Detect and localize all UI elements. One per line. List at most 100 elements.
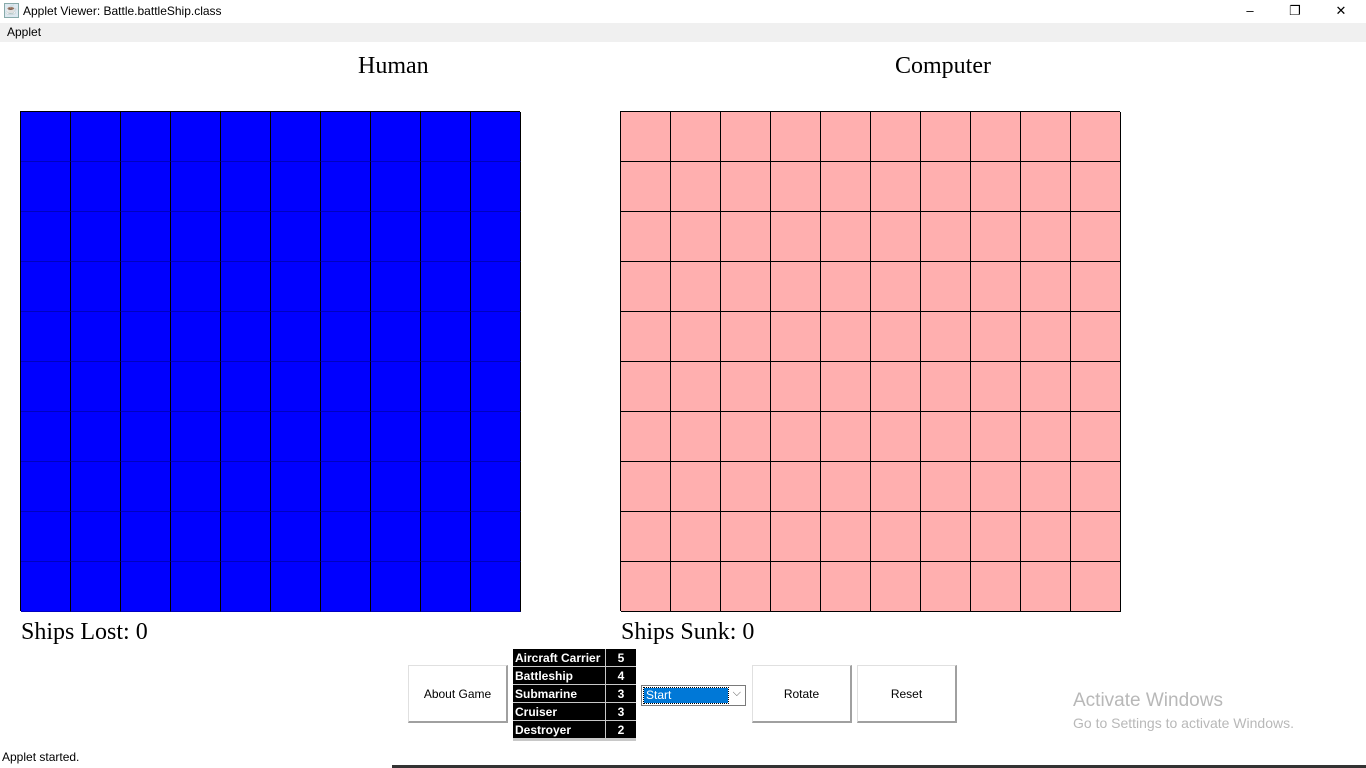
computer-cell[interactable] xyxy=(971,512,1021,562)
computer-cell[interactable] xyxy=(671,212,721,262)
computer-cell[interactable] xyxy=(871,412,921,462)
human-cell[interactable] xyxy=(221,312,271,362)
human-cell[interactable] xyxy=(71,462,121,512)
computer-cell[interactable] xyxy=(971,262,1021,312)
human-cell[interactable] xyxy=(121,412,171,462)
human-cell[interactable] xyxy=(271,162,321,212)
computer-cell[interactable] xyxy=(721,262,771,312)
human-cell[interactable] xyxy=(121,512,171,562)
human-cell[interactable] xyxy=(21,112,71,162)
human-cell[interactable] xyxy=(321,262,371,312)
computer-cell[interactable] xyxy=(1071,362,1121,412)
human-cell[interactable] xyxy=(371,362,421,412)
computer-cell[interactable] xyxy=(621,412,671,462)
about-game-button[interactable]: About Game xyxy=(408,665,508,723)
computer-cell[interactable] xyxy=(821,112,871,162)
computer-cell[interactable] xyxy=(921,212,971,262)
human-cell[interactable] xyxy=(471,512,521,562)
human-cell[interactable] xyxy=(271,362,321,412)
computer-cell[interactable] xyxy=(1021,412,1071,462)
computer-cell[interactable] xyxy=(821,412,871,462)
human-cell[interactable] xyxy=(71,512,121,562)
human-cell[interactable] xyxy=(421,562,471,612)
human-cell[interactable] xyxy=(471,212,521,262)
computer-cell[interactable] xyxy=(921,412,971,462)
computer-cell[interactable] xyxy=(771,262,821,312)
computer-cell[interactable] xyxy=(921,562,971,612)
computer-cell[interactable] xyxy=(921,462,971,512)
human-cell[interactable] xyxy=(221,112,271,162)
computer-cell[interactable] xyxy=(621,312,671,362)
human-cell[interactable] xyxy=(221,162,271,212)
human-cell[interactable] xyxy=(121,212,171,262)
computer-cell[interactable] xyxy=(671,512,721,562)
human-cell[interactable] xyxy=(21,512,71,562)
human-cell[interactable] xyxy=(471,362,521,412)
computer-cell[interactable] xyxy=(621,112,671,162)
human-cell[interactable] xyxy=(121,112,171,162)
human-cell[interactable] xyxy=(471,412,521,462)
computer-cell[interactable] xyxy=(721,162,771,212)
menu-applet[interactable]: Applet xyxy=(7,25,41,39)
human-cell[interactable] xyxy=(271,512,321,562)
rotate-button[interactable]: Rotate xyxy=(752,665,852,723)
computer-cell[interactable] xyxy=(971,412,1021,462)
human-cell[interactable] xyxy=(21,312,71,362)
human-cell[interactable] xyxy=(221,362,271,412)
computer-cell[interactable] xyxy=(621,562,671,612)
computer-cell[interactable] xyxy=(1071,462,1121,512)
computer-cell[interactable] xyxy=(1021,162,1071,212)
human-cell[interactable] xyxy=(171,212,221,262)
human-cell[interactable] xyxy=(471,112,521,162)
human-cell[interactable] xyxy=(421,112,471,162)
human-cell[interactable] xyxy=(71,212,121,262)
computer-cell[interactable] xyxy=(721,362,771,412)
computer-cell[interactable] xyxy=(971,562,1021,612)
computer-cell[interactable] xyxy=(671,362,721,412)
computer-cell[interactable] xyxy=(1021,562,1071,612)
computer-cell[interactable] xyxy=(921,112,971,162)
human-cell[interactable] xyxy=(221,262,271,312)
human-cell[interactable] xyxy=(271,462,321,512)
computer-cell[interactable] xyxy=(971,212,1021,262)
human-cell[interactable] xyxy=(321,462,371,512)
human-cell[interactable] xyxy=(421,162,471,212)
human-cell[interactable] xyxy=(271,262,321,312)
computer-cell[interactable] xyxy=(821,312,871,362)
human-cell[interactable] xyxy=(321,212,371,262)
human-cell[interactable] xyxy=(271,312,321,362)
human-cell[interactable] xyxy=(121,462,171,512)
computer-cell[interactable] xyxy=(1021,112,1071,162)
computer-cell[interactable] xyxy=(771,412,821,462)
human-cell[interactable] xyxy=(371,162,421,212)
human-cell[interactable] xyxy=(221,562,271,612)
computer-cell[interactable] xyxy=(871,212,921,262)
computer-cell[interactable] xyxy=(1021,212,1071,262)
computer-cell[interactable] xyxy=(821,512,871,562)
computer-cell[interactable] xyxy=(1071,262,1121,312)
human-cell[interactable] xyxy=(471,262,521,312)
computer-cell[interactable] xyxy=(821,212,871,262)
computer-cell[interactable] xyxy=(671,412,721,462)
human-cell[interactable] xyxy=(121,562,171,612)
human-cell[interactable] xyxy=(71,312,121,362)
human-cell[interactable] xyxy=(171,112,221,162)
human-cell[interactable] xyxy=(321,412,371,462)
computer-cell[interactable] xyxy=(771,362,821,412)
computer-cell[interactable] xyxy=(671,162,721,212)
human-cell[interactable] xyxy=(271,112,321,162)
human-cell[interactable] xyxy=(271,562,321,612)
human-cell[interactable] xyxy=(71,562,121,612)
human-cell[interactable] xyxy=(471,162,521,212)
computer-cell[interactable] xyxy=(921,312,971,362)
human-cell[interactable] xyxy=(471,462,521,512)
computer-cell[interactable] xyxy=(871,112,921,162)
human-cell[interactable] xyxy=(321,162,371,212)
human-cell[interactable] xyxy=(371,112,421,162)
human-cell[interactable] xyxy=(71,112,121,162)
human-cell[interactable] xyxy=(71,262,121,312)
computer-cell[interactable] xyxy=(671,262,721,312)
computer-cell[interactable] xyxy=(621,212,671,262)
computer-cell[interactable] xyxy=(771,462,821,512)
human-cell[interactable] xyxy=(421,412,471,462)
